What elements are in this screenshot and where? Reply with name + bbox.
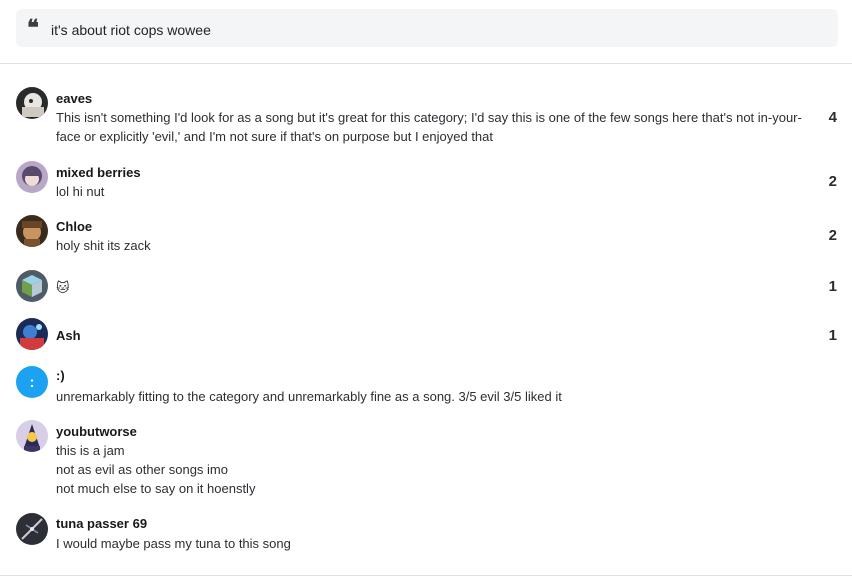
comment-line: unremarkably fitting to the category and…	[56, 389, 562, 404]
avatar[interactable]	[16, 318, 48, 350]
avatar[interactable]	[16, 87, 48, 119]
username[interactable]: eaves	[56, 91, 92, 106]
avatar[interactable]	[16, 513, 48, 545]
comment-line: lol hi nut	[56, 184, 105, 199]
comment-line: this is a jam	[56, 443, 125, 458]
username[interactable]: youbutworse	[56, 424, 137, 439]
smiley-avatar-glyph: :	[29, 373, 35, 391]
username[interactable]: tuna passer 69	[56, 516, 147, 531]
emoji-cat-icon: 🐱	[56, 280, 70, 295]
avatar[interactable]	[16, 161, 48, 193]
comment-body: This isn't something I'd look for as a s…	[56, 108, 806, 146]
comment-line: not as evil as other songs imo	[56, 462, 228, 477]
vote-count: 4	[828, 109, 837, 126]
quote-icon: ❝	[27, 15, 39, 41]
comment-body: this is a jam not as evil as other songs…	[56, 441, 806, 498]
comment-line: This isn't something I'd look for as a s…	[56, 110, 802, 125]
comment-body: 🐱	[56, 278, 806, 297]
divider	[0, 575, 852, 576]
comment-body: I would maybe pass my tuna to this song	[56, 534, 806, 553]
avatar[interactable]: :	[16, 366, 48, 398]
quote-text: it's about riot cops wowee	[51, 22, 211, 38]
username[interactable]: :)	[56, 368, 65, 383]
avatar[interactable]	[16, 270, 48, 302]
comment-line: not much else to say on it hoenstly	[56, 481, 256, 496]
comment-body: unremarkably fitting to the category and…	[56, 387, 806, 406]
username[interactable]: mixed berries	[56, 165, 141, 180]
username[interactable]: Ash	[56, 328, 81, 343]
vote-count: 2	[828, 227, 837, 244]
comment-line: face or explicitly 'evil,' and I'm not s…	[56, 129, 493, 144]
username[interactable]: Chloe	[56, 219, 92, 234]
avatar[interactable]	[16, 420, 48, 452]
vote-count: 1	[828, 278, 837, 295]
vote-count: 2	[828, 173, 837, 190]
comment-body: lol hi nut	[56, 182, 806, 201]
divider	[0, 63, 852, 64]
quote-box: ❝ it's about riot cops wowee	[16, 9, 838, 47]
avatar[interactable]	[16, 215, 48, 247]
comment-line: holy shit its zack	[56, 238, 151, 253]
vote-count: 1	[828, 327, 837, 344]
comment-body: holy shit its zack	[56, 236, 806, 255]
comment-line: I would maybe pass my tuna to this song	[56, 536, 291, 551]
